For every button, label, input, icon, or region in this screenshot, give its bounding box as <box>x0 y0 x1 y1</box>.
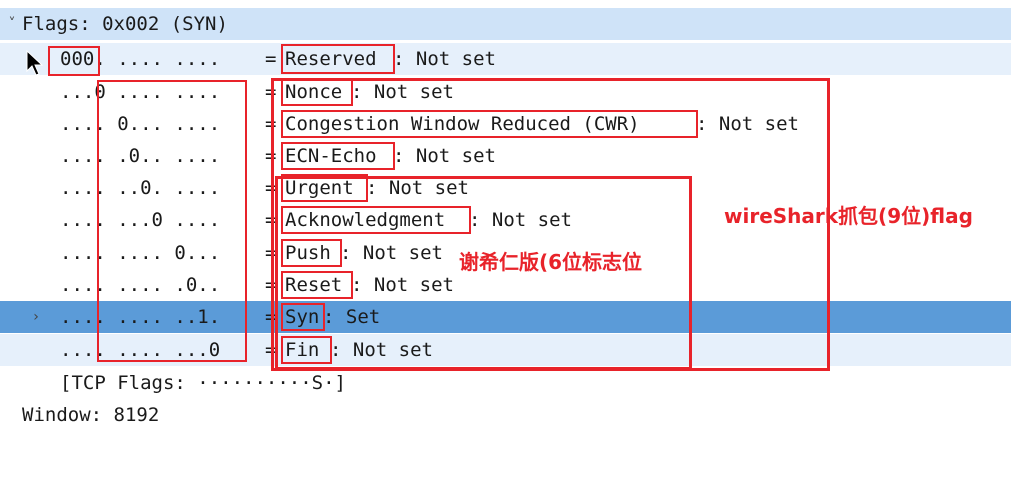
flags-header-label: Flags: 0x002 (SYN) <box>22 13 228 35</box>
bits-field: .... .... ..1. <box>60 306 221 328</box>
field-value: : Not set <box>696 113 799 135</box>
equals-sign: = <box>265 209 277 231</box>
expand-arrow-icon[interactable]: › <box>28 301 44 333</box>
bits-field: .... 0... .... <box>60 113 221 135</box>
flags-header-row[interactable]: ˅ Flags: 0x002 (SYN) <box>0 8 1011 40</box>
field-value: : Not set <box>366 177 469 199</box>
tree-row-tcp-flags[interactable]: [TCP Flags: ··········S·] <box>0 367 1011 399</box>
tree-row-cwr[interactable]: .... 0... .... = Congestion Window Reduc… <box>0 108 1011 140</box>
field-value: : Not set <box>340 242 443 264</box>
field-value: : Not set <box>393 48 496 70</box>
field-name: Syn <box>285 306 320 328</box>
field-name: Urgent <box>285 177 354 199</box>
textbook-annotation-label: 谢希仁版(6位标志位 <box>459 250 643 274</box>
equals-sign: = <box>265 145 277 167</box>
tree-row-syn[interactable]: › .... .... ..1. = Syn : Set <box>0 301 1011 333</box>
bits-field: .... ..0. .... <box>60 177 221 199</box>
equals-sign: = <box>265 242 277 264</box>
tree-row-window[interactable]: Window: 8192 <box>0 399 1011 431</box>
bits-field: .... .... ...0 <box>60 339 221 361</box>
equals-sign: = <box>265 113 277 135</box>
collapse-arrow-icon[interactable]: ˅ <box>4 8 20 40</box>
bits-field: ...0 .... .... <box>60 81 221 103</box>
field-name: Fin <box>285 339 320 361</box>
field-value: : Not set <box>351 274 454 296</box>
field-name: Congestion Window Reduced (CWR) <box>285 113 640 135</box>
bits-field: .... .0.. .... <box>60 145 221 167</box>
field-value: : Set <box>323 306 381 328</box>
tcp-flags-summary: [TCP Flags: ··········S·] <box>60 372 346 394</box>
tree-row-fin[interactable]: .... .... ...0 = Fin : Not set <box>0 334 1011 366</box>
tree-row-ecn-echo[interactable]: .... .0.. .... = ECN-Echo : Not set <box>0 140 1011 172</box>
field-name: ECN-Echo <box>285 145 377 167</box>
equals-sign: = <box>265 177 277 199</box>
window-field: Window: 8192 <box>22 404 160 426</box>
field-name: Reserved <box>285 48 377 70</box>
field-name: Nonce <box>285 81 343 103</box>
equals-sign: = <box>265 306 277 328</box>
mouse-pointer-icon <box>26 50 44 76</box>
equals-sign: = <box>265 339 277 361</box>
field-value: : Not set <box>330 339 433 361</box>
tree-row-nonce[interactable]: ...0 .... .... = Nonce : Not set <box>0 76 1011 108</box>
equals-sign: = <box>265 274 277 296</box>
bits-field: 000. .... .... <box>60 48 221 70</box>
bits-field: .... .... .0.. <box>60 274 221 296</box>
equals-sign: = <box>265 81 277 103</box>
bits-field: .... ...0 .... <box>60 209 221 231</box>
equals-sign: = <box>265 48 277 70</box>
field-value: : Not set <box>351 81 454 103</box>
field-name: Acknowledgment <box>285 209 446 231</box>
field-value: : Not set <box>469 209 572 231</box>
field-name: Push <box>285 242 331 264</box>
field-value: : Not set <box>393 145 496 167</box>
field-name: Reset <box>285 274 343 296</box>
tree-row-reserved[interactable]: 000. .... .... = Reserved : Not set <box>0 43 1011 75</box>
bits-field: .... .... 0... <box>60 242 221 264</box>
wireshark-annotation-label: wireShark抓包(9位)flag <box>724 204 973 228</box>
